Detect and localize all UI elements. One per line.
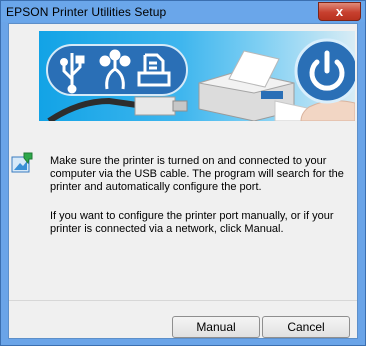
button-divider bbox=[9, 300, 357, 301]
hand-illustration bbox=[300, 100, 355, 121]
instruction-text: Make sure the printer is turned on and c… bbox=[50, 155, 344, 193]
manual-button[interactable]: Manual bbox=[172, 316, 260, 338]
title-bar[interactable]: EPSON Printer Utilities Setup x bbox=[1, 1, 365, 22]
setup-info-icon bbox=[11, 152, 33, 173]
banner-image bbox=[39, 31, 355, 121]
cancel-button[interactable]: Cancel bbox=[262, 316, 350, 338]
window-title: EPSON Printer Utilities Setup bbox=[6, 5, 167, 19]
banner-graphic bbox=[46, 38, 355, 121]
usb-cable bbox=[47, 96, 188, 121]
dialog-body: Make sure the printer is turned on and c… bbox=[8, 23, 358, 339]
setup-window: EPSON Printer Utilities Setup x Make sur… bbox=[0, 0, 366, 346]
close-icon: x bbox=[335, 4, 344, 19]
close-button[interactable]: x bbox=[318, 2, 361, 21]
manual-hint-text: If you want to configure the printer por… bbox=[50, 210, 334, 235]
